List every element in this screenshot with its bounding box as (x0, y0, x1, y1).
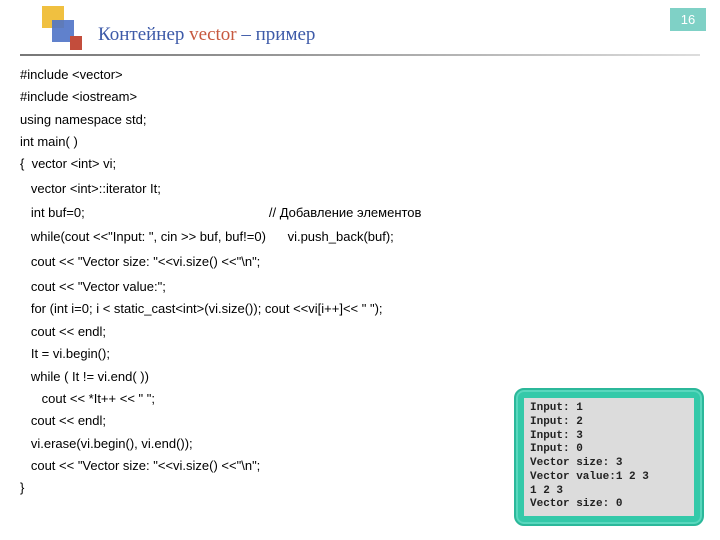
code-line: while(cout <<"Input: ", cin >> buf, buf!… (20, 229, 394, 244)
code-line: int buf=0; // Добавление элементов (20, 205, 421, 220)
code-line: vi.erase(vi.begin(), vi.end()); (20, 436, 193, 451)
code-line: for (int i=0; i < static_cast<int>(vi.si… (20, 301, 383, 316)
code-line: #include <iostream> (20, 89, 137, 104)
code-line: cout << *It++ << " "; (20, 391, 155, 406)
code-line: #include <vector> (20, 67, 123, 82)
title-underline (20, 54, 700, 56)
title-part1: Контейнер (98, 24, 189, 45)
code-line: cout << endl; (20, 324, 106, 339)
code-line: int main( ) (20, 134, 78, 149)
code-line: cout << "Vector size: "<<vi.size() <<"\n… (20, 254, 260, 269)
code-line: cout << "Vector size: "<<vi.size() <<"\n… (20, 458, 260, 473)
program-output: Input: 1 Input: 2 Input: 3 Input: 0 Vect… (524, 398, 694, 516)
code-line: cout << endl; (20, 413, 106, 428)
code-line: using namespace std; (20, 112, 146, 127)
code-line: } (20, 480, 24, 495)
program-output-panel: Input: 1 Input: 2 Input: 3 Input: 0 Vect… (514, 388, 704, 526)
slide-logo (42, 6, 84, 48)
page-number-badge: 16 (670, 8, 706, 31)
code-line: { vector <int> vi; (20, 156, 116, 171)
code-line: vector <int>::iterator It; (20, 181, 161, 196)
title-part2: vector (189, 24, 236, 45)
code-line: It = vi.begin(); (20, 346, 110, 361)
title-part3: – пример (237, 24, 316, 45)
code-line: while ( It != vi.end( )) (20, 369, 149, 384)
code-line: cout << "Vector value:"; (20, 279, 166, 294)
slide-title: Контейнер vector – пример (98, 24, 315, 46)
